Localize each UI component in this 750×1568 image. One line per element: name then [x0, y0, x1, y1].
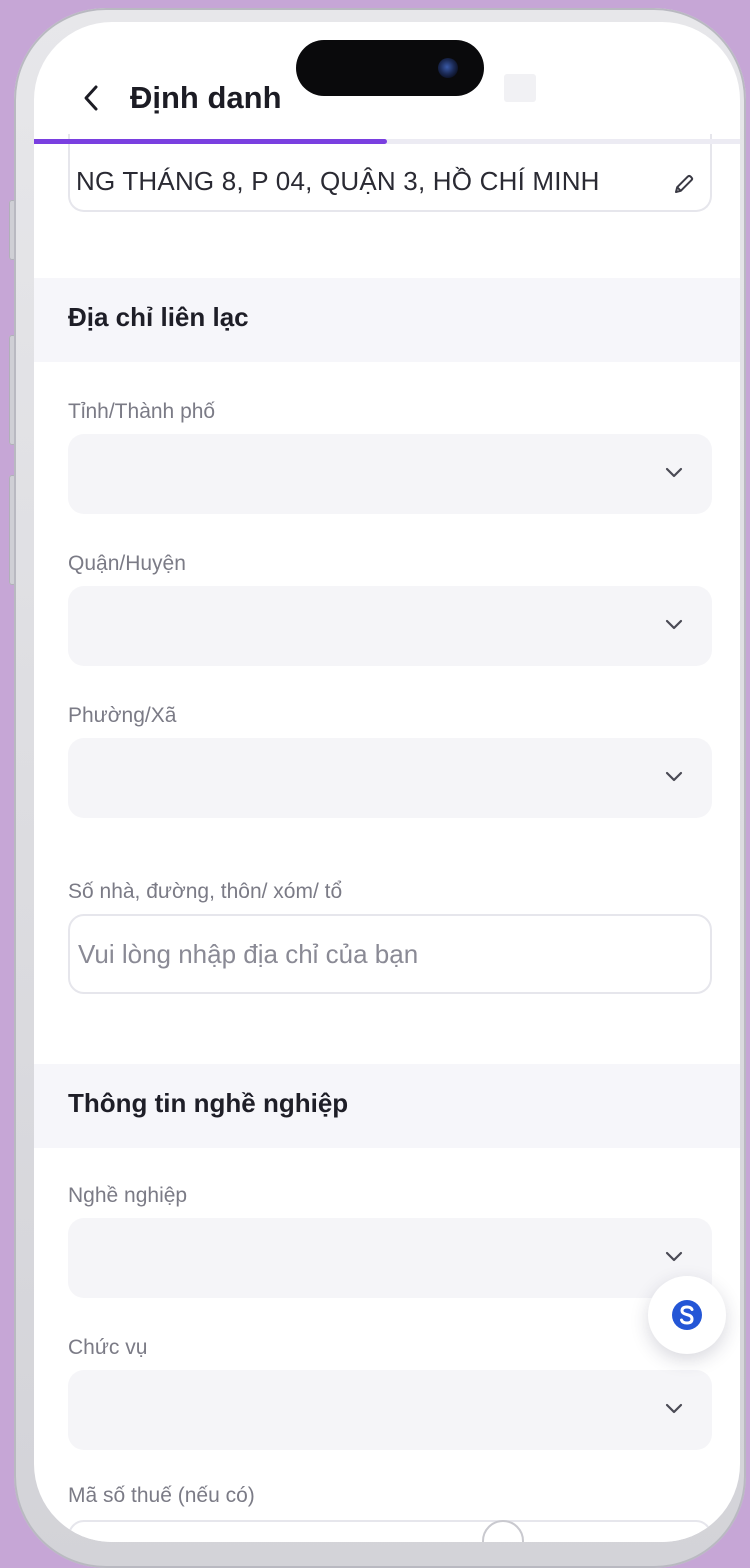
- back-button[interactable]: [74, 78, 108, 118]
- chevron-down-icon: [665, 1403, 683, 1414]
- province-select[interactable]: [68, 434, 712, 514]
- street-input-box: [68, 914, 712, 994]
- chevron-down-icon: [665, 1251, 683, 1262]
- phone-screen: NG THÁNG 8, P 04, QUẬN 3, HỒ CHÍ MINH Đị…: [34, 22, 740, 1542]
- permanent-address-field[interactable]: NG THÁNG 8, P 04, QUẬN 3, HỒ CHÍ MINH: [68, 134, 712, 212]
- district-label: Quận/Huyện: [68, 552, 186, 575]
- dynamic-island: [296, 40, 484, 96]
- street-label: Số nhà, đường, thôn/ xóm/ tổ: [68, 880, 343, 903]
- district-select[interactable]: [68, 586, 712, 666]
- ward-select[interactable]: [68, 738, 712, 818]
- section-title: Thông tin nghề nghiệp: [68, 1088, 349, 1118]
- front-camera: [438, 58, 458, 78]
- position-label: Chức vụ: [68, 1336, 148, 1359]
- tax-code-label: Mã số thuế (nếu có): [68, 1484, 255, 1507]
- progress-bar: [34, 139, 740, 144]
- chevron-down-icon: [665, 467, 683, 478]
- tax-code-input-box[interactable]: [68, 1520, 712, 1542]
- province-label: Tỉnh/Thành phố: [68, 400, 216, 423]
- job-label: Nghề nghiệp: [68, 1184, 188, 1207]
- street-input[interactable]: [70, 916, 710, 992]
- page-title: Định danh: [130, 80, 282, 115]
- support-chat-button[interactable]: [648, 1276, 726, 1354]
- section-occupation: Thông tin nghề nghiệp: [34, 1064, 740, 1148]
- permanent-address-value: NG THÁNG 8, P 04, QUẬN 3, HỒ CHÍ MINH: [76, 166, 600, 196]
- progress-bar-fill: [34, 139, 387, 144]
- position-select[interactable]: [68, 1370, 712, 1450]
- job-select[interactable]: [68, 1218, 712, 1298]
- chevron-down-icon: [665, 619, 683, 630]
- chevron-left-icon: [84, 85, 98, 111]
- section-title: Địa chỉ liên lạc: [68, 302, 249, 332]
- support-chat-icon: [672, 1300, 702, 1330]
- section-contact-address: Địa chỉ liên lạc: [34, 278, 740, 362]
- chevron-down-icon: [665, 771, 683, 782]
- pencil-icon[interactable]: [672, 172, 696, 196]
- ward-label: Phường/Xã: [68, 704, 177, 727]
